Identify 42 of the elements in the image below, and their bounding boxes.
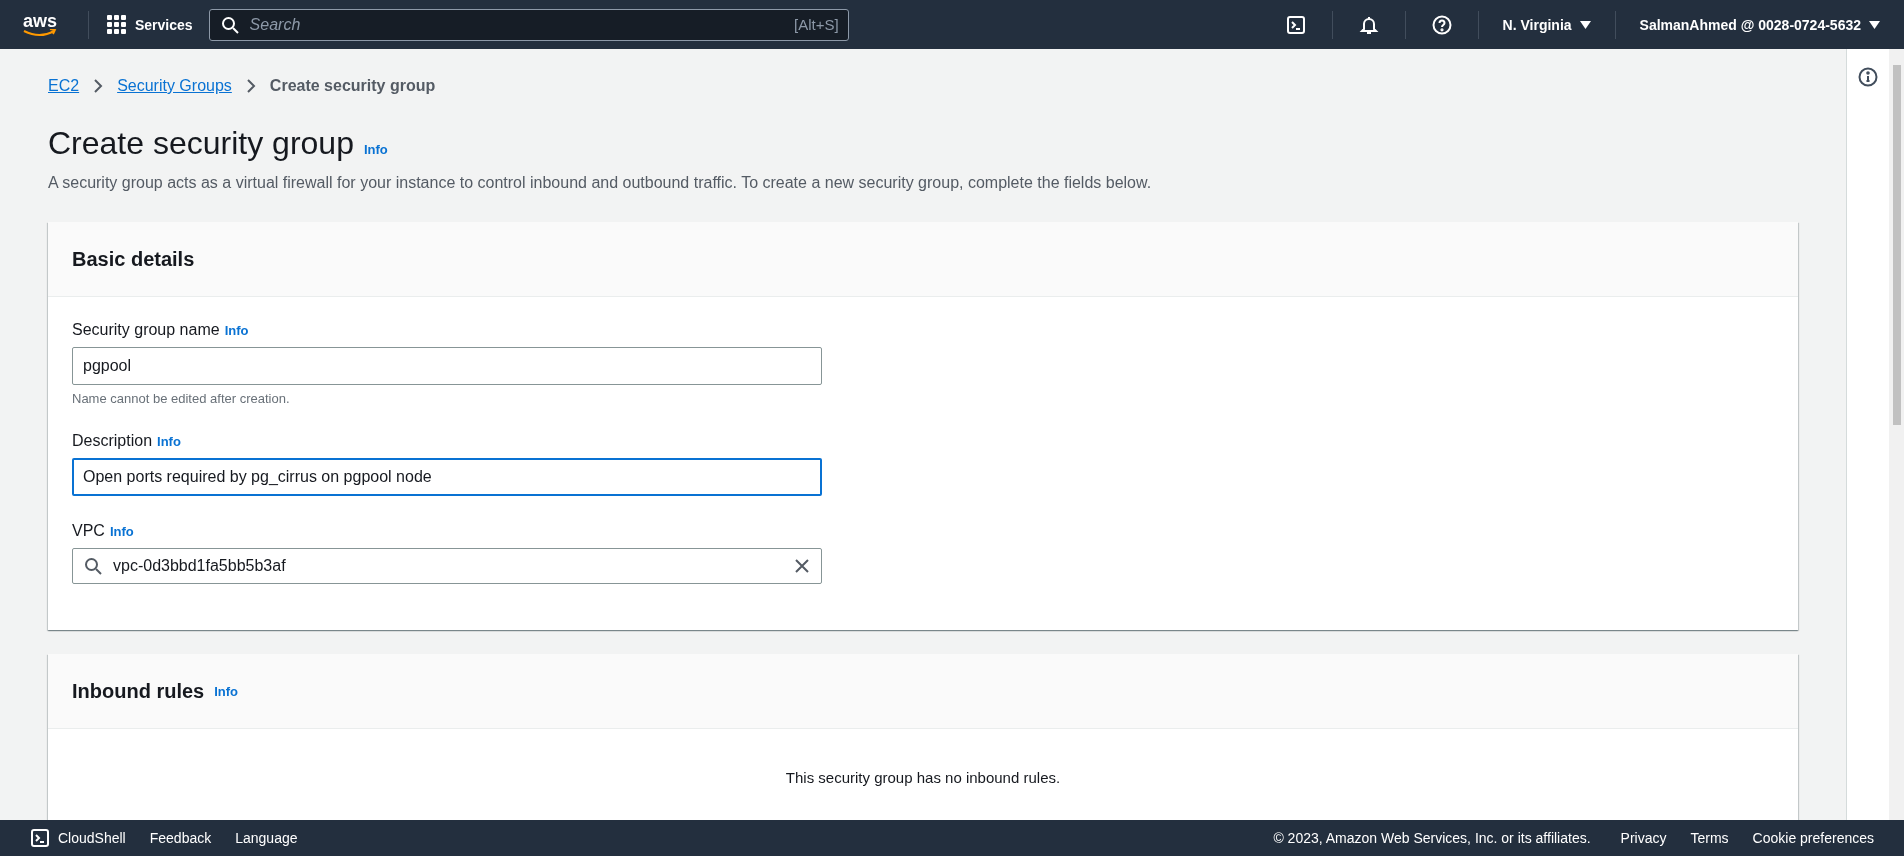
shortcut-hint: [Alt+S] [794, 15, 839, 33]
services-menu-button[interactable]: Services [101, 14, 199, 35]
info-link[interactable]: Info [109, 524, 134, 539]
breadcrumb-link[interactable]: EC2 [48, 77, 80, 95]
caret-icon [1579, 20, 1591, 29]
caret-icon [1869, 20, 1880, 29]
chevron-icon [93, 78, 104, 94]
info-icon[interactable] [1858, 67, 1878, 87]
info-link[interactable]: Info [157, 434, 181, 449]
chevron-icon [245, 78, 256, 94]
search-icon [220, 15, 239, 34]
aws-logo[interactable]: aws [20, 12, 60, 37]
info-link[interactable]: Info [363, 142, 388, 157]
field-label: Description [72, 432, 153, 450]
footer-link[interactable]: Cookie preferences [1740, 830, 1886, 846]
terminal-icon [30, 828, 50, 848]
search-field[interactable]: vpc-0d3bbd1fa5bb5b3af [72, 548, 822, 584]
grid-icon [107, 14, 127, 35]
field-label: Security group name [72, 321, 220, 339]
breadcrumb-link[interactable]: Security Groups [117, 77, 232, 95]
empty-message: This security group has no inbound rules. [784, 768, 1062, 788]
footer-link[interactable]: Language [223, 830, 310, 846]
region-menu[interactable]: N. Virginia [1490, 16, 1603, 33]
info-link[interactable]: Info [224, 323, 249, 338]
footer-link[interactable]: CloudShell [18, 828, 138, 848]
info-link[interactable]: Info [214, 683, 239, 699]
page-title: Create security group [48, 125, 354, 162]
clear-icon[interactable] [794, 558, 810, 574]
field-label: VPC [72, 522, 105, 540]
footer-link[interactable]: Terms [1678, 830, 1741, 846]
input-field[interactable]: pgpool [72, 347, 822, 385]
footer-link[interactable]: Feedback [137, 830, 224, 846]
account-menu[interactable]: SalmanAhmed @ 0028-0724-5632 [1627, 16, 1892, 33]
breadcrumb-current: Create security group [269, 77, 436, 95]
section-title: Inbound rules [72, 679, 205, 703]
field-hint: Name cannot be edited after creation. [72, 391, 291, 406]
footer-link[interactable]: Privacy [1608, 830, 1679, 846]
page-description: A security group acts as a virtual firewall for your instance to control inbound and outbound traffic. To create a new security group, complete the fields below. [48, 174, 1153, 192]
input-field[interactable]: Open ports required by pg_cirrus on pgpool node [72, 458, 822, 496]
section-title: Basic details [72, 247, 195, 271]
search-icon [84, 557, 102, 575]
copyright-text: © 2023, Amazon Web Services, Inc. or its affiliates. [1272, 830, 1592, 846]
